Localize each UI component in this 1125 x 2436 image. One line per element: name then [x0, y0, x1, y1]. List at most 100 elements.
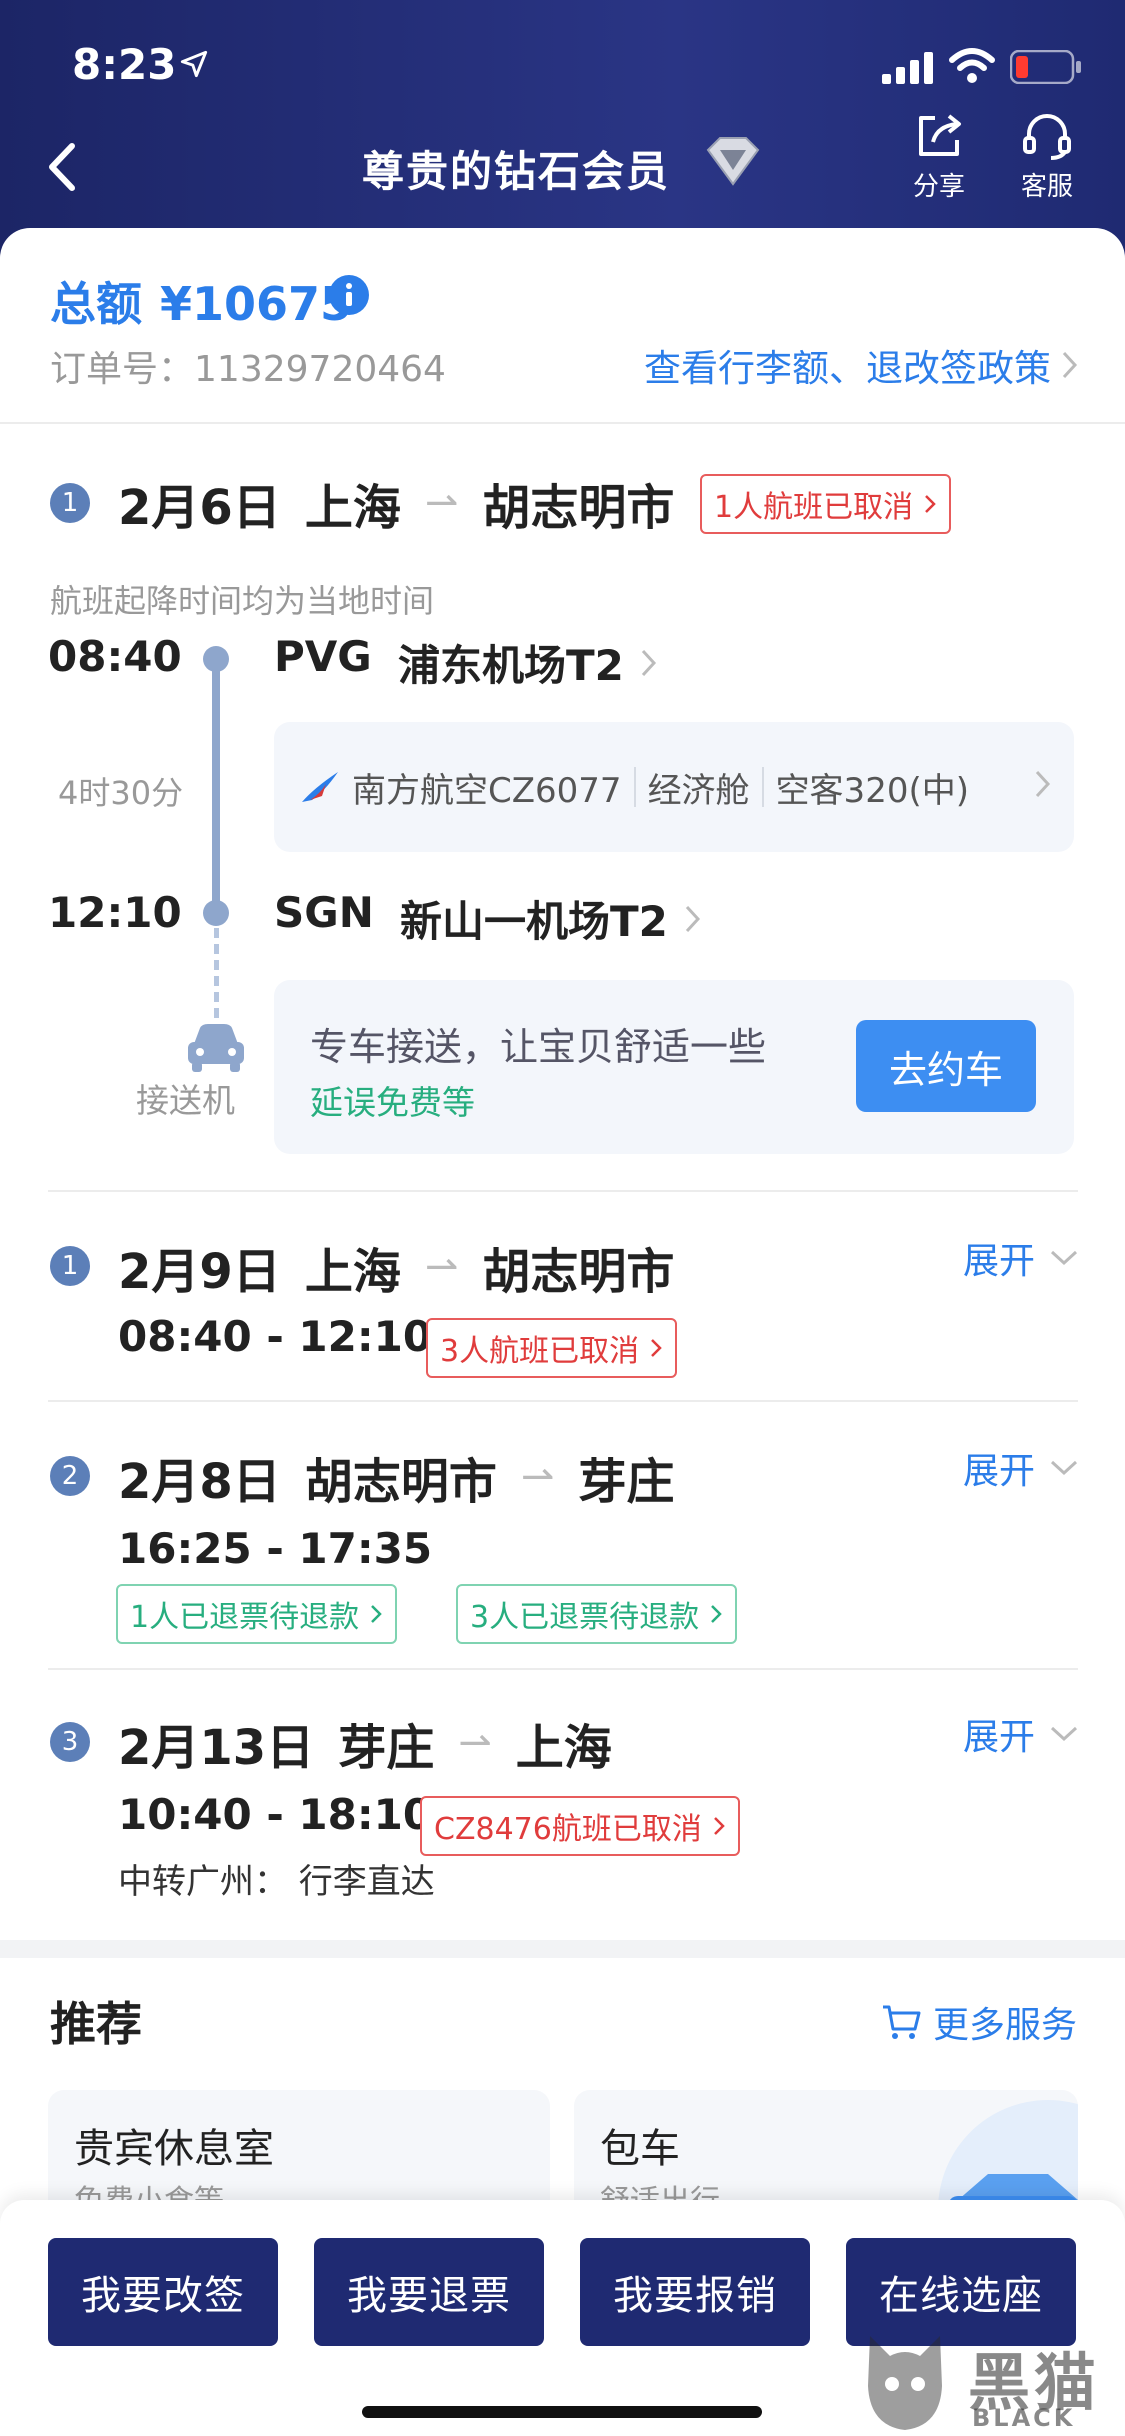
timeline-dash: [214, 928, 219, 1018]
more-services-label: 更多服务: [932, 2005, 1077, 2046]
segment-title: 2月9日 上海 ⇀ 胡志明市: [118, 1232, 674, 1302]
watermark-subtext: BLACK CAT: [972, 2404, 1076, 2436]
location-arrow-icon: [180, 50, 208, 78]
back-arrow-icon[interactable]: [38, 132, 88, 202]
cabin-class: 经济舱: [647, 770, 750, 811]
share-icon: [919, 114, 961, 156]
book-car-button[interactable]: 去约车: [856, 1020, 1036, 1112]
segment-from: 胡志明市: [304, 1454, 497, 1510]
chevron-down-icon: [1050, 1460, 1078, 1476]
cancel-status-badge[interactable]: 1人航班已取消: [700, 474, 952, 534]
divider: [48, 1668, 1078, 1670]
transfer-note: 中转广州： 行李直达: [118, 1862, 435, 1902]
baggage-policy-link[interactable]: 查看行李额、退改签政策: [644, 338, 1079, 392]
segment-from: 芽庄: [338, 1720, 435, 1776]
diamond-member-icon: [706, 137, 760, 186]
segment-title: 2月13日 芽庄 ⇀ 上海: [118, 1708, 612, 1778]
arrival-airport: 新山一机场T2: [400, 897, 668, 946]
chevron-right-icon: [711, 1605, 722, 1623]
card-title: 贵宾休息室: [74, 2126, 274, 2172]
badge-text: 1人已退票待退款: [130, 1600, 360, 1635]
chevron-right-icon: [371, 1605, 382, 1623]
chevron-right-icon: [713, 1817, 725, 1835]
chevron-right-icon: [685, 905, 700, 932]
cancel-status-badge[interactable]: CZ8476航班已取消: [420, 1796, 740, 1856]
divider: [48, 1190, 1078, 1192]
chevron-right-icon: [1062, 351, 1078, 379]
departure-airport: 浦东机场T2: [398, 641, 624, 690]
arrival-code: SGN: [274, 888, 374, 937]
segment-from: 上海: [304, 480, 401, 536]
page-title: 尊贵的钻石会员: [362, 147, 671, 196]
route-arrow-icon: ⇀: [424, 480, 459, 526]
separator: [633, 767, 636, 807]
badge-text: 1人航班已取消: [714, 490, 914, 525]
refund-status-badge[interactable]: 3人已退票待退款: [456, 1584, 738, 1644]
chevron-down-icon: [1050, 1726, 1078, 1742]
chevron-right-icon: [925, 495, 936, 513]
segment-to: 芽庄: [578, 1454, 675, 1510]
reimbursement-button[interactable]: 我要报销: [580, 2238, 810, 2346]
route-arrow-icon: ⇀: [458, 1720, 492, 1766]
segment-number: 3: [50, 1722, 90, 1762]
status-time: 8:23: [72, 40, 177, 89]
expand-label: 展开: [962, 1241, 1035, 1282]
segment-number: 1: [50, 1246, 90, 1286]
customer-service-button[interactable]: 客服: [1002, 110, 1092, 210]
segment-times: 10:40 - 18:10: [118, 1790, 433, 1839]
info-icon[interactable]: [328, 274, 370, 316]
pickup-label: 接送机: [136, 1081, 235, 1120]
share-button[interactable]: 分享: [894, 110, 984, 210]
change-ticket-button[interactable]: 我要改签: [48, 2238, 278, 2346]
black-cat-watermark: 黑猫 BLACK CAT: [850, 2326, 1120, 2436]
expand-button[interactable]: 展开: [963, 1442, 1079, 1494]
cart-icon: [882, 2005, 921, 2039]
expand-button[interactable]: 展开: [963, 1232, 1079, 1284]
more-services-link[interactable]: 更多服务: [881, 1996, 1077, 2048]
badge-text: 3人航班已取消: [440, 1334, 640, 1369]
aircraft-type: 空客320(中): [775, 770, 969, 811]
order-number-label: 订单号：: [50, 349, 195, 390]
expand-button[interactable]: 展开: [963, 1708, 1079, 1760]
segment-to: 胡志明市: [482, 480, 675, 536]
separator: [761, 767, 764, 807]
cellular-signal-icon: [882, 52, 933, 84]
chevron-right-icon: [1035, 770, 1051, 798]
expand-label: 展开: [962, 1717, 1035, 1758]
total-label: 总额: [50, 277, 142, 331]
policy-link-text: 查看行李额、退改签政策: [644, 347, 1051, 390]
departure-time: 08:40: [48, 632, 182, 681]
departure-airport-link[interactable]: 浦东机场T2: [398, 632, 658, 693]
arrival-time: 12:10: [48, 888, 182, 937]
route-arrow-icon: ⇀: [424, 1244, 459, 1290]
departure-dot: [203, 646, 229, 672]
home-indicator: [362, 2406, 762, 2418]
flight-info-card[interactable]: 南方航空CZ6077 经济舱 空客320(中): [274, 722, 1074, 852]
pickup-promo: 专车接送，让宝贝舒适一些 延误免费等 去约车: [274, 980, 1074, 1154]
arrival-airport-link[interactable]: 新山一机场T2: [400, 888, 702, 949]
departure-code: PVG: [274, 632, 372, 681]
segment-date: 2月9日: [118, 1244, 281, 1300]
service-label: 客服: [1020, 172, 1073, 202]
recommend-title: 推荐: [50, 1997, 142, 2051]
arrival-dot: [203, 900, 229, 926]
car-icon: [188, 1024, 244, 1072]
airline-flight: 南方航空CZ6077: [352, 770, 622, 811]
segment-times: 16:25 - 17:35: [118, 1524, 433, 1573]
refund-ticket-button[interactable]: 我要退票: [314, 2238, 544, 2346]
cancel-status-badge[interactable]: 3人航班已取消: [426, 1318, 678, 1378]
segment-title: 2月8日 胡志明市 ⇀ 芽庄: [118, 1442, 674, 1512]
chevron-right-icon: [641, 649, 656, 676]
segment-number: 2: [50, 1456, 90, 1496]
china-southern-logo-icon: [302, 772, 338, 802]
refund-status-badge[interactable]: 1人已退票待退款: [116, 1584, 398, 1644]
pickup-title: 专车接送，让宝贝舒适一些: [310, 1025, 767, 1069]
segment-date: 2月8日: [118, 1454, 281, 1510]
segment-date: 2月6日: [118, 480, 281, 536]
flight-timeline: [212, 658, 220, 912]
chevron-down-icon: [1050, 1250, 1078, 1266]
expand-label: 展开: [962, 1451, 1035, 1492]
badge-text: 3人已退票待退款: [470, 1600, 700, 1635]
order-number: 订单号：11329720464: [50, 340, 446, 392]
headset-icon: [1023, 114, 1071, 160]
